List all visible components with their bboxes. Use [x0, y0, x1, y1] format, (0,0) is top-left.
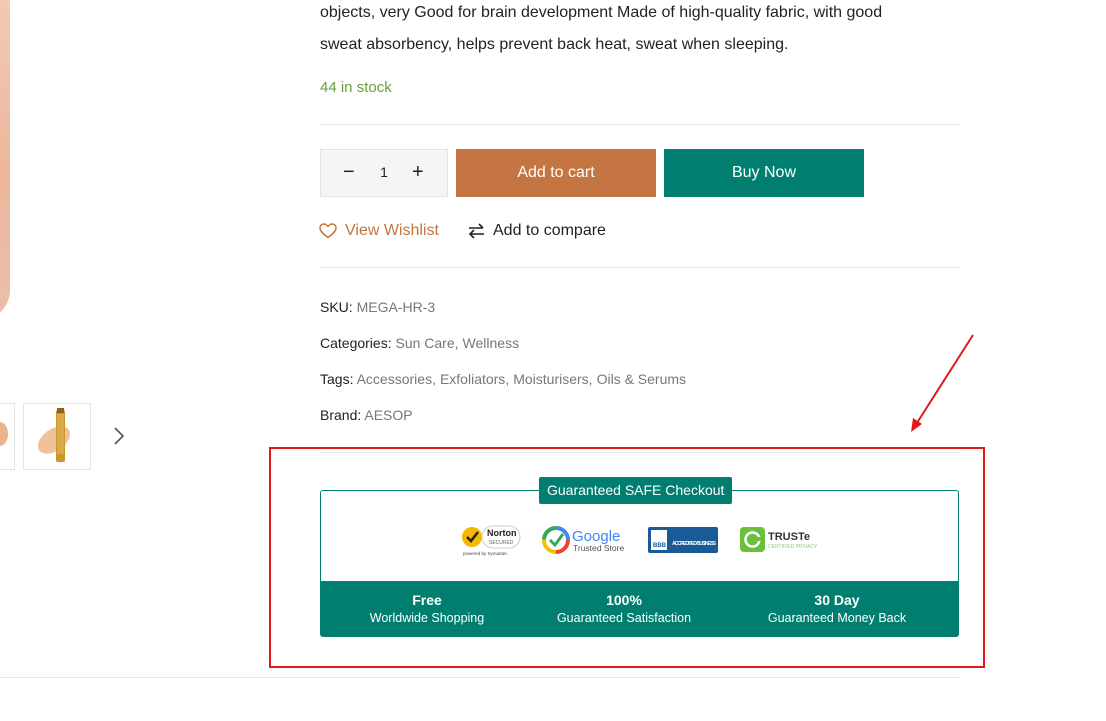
compare-label: Add to compare: [493, 222, 606, 239]
categories-row: Categories: Sun Care, Wellness: [320, 335, 520, 351]
wishlist-label: View Wishlist: [345, 222, 439, 239]
heart-icon: [319, 223, 337, 239]
brand-label: Brand:: [320, 407, 362, 423]
stock-status: 44 in stock: [320, 79, 392, 96]
divider: [320, 267, 959, 268]
thumbnail-serum-image: [37, 408, 71, 462]
add-to-compare-link[interactable]: Add to compare: [468, 222, 606, 240]
thumbnail-image: [0, 422, 8, 446]
category-link[interactable]: Sun Care: [395, 335, 454, 351]
sku-value: MEGA-HR-3: [356, 299, 436, 315]
buy-now-button[interactable]: Buy Now: [664, 149, 864, 197]
brand-link[interactable]: AESOP: [364, 407, 412, 423]
tag-link[interactable]: Oils & Serums: [597, 371, 686, 387]
description-line: sweat absorbency, helps prevent back hea…: [320, 36, 789, 53]
sku-row: SKU: MEGA-HR-3: [320, 299, 435, 315]
description-line: objects, very Good for brain development…: [320, 4, 883, 21]
quantity-stepper[interactable]: − 1 +: [320, 149, 448, 197]
highlight-box: [269, 447, 985, 668]
tag-link[interactable]: Accessories: [357, 371, 432, 387]
tag-link[interactable]: Moisturisers: [513, 371, 588, 387]
annotation-arrow-icon: [911, 334, 974, 432]
tags-row: Tags: Accessories, Exfoliators, Moisturise…: [320, 371, 687, 387]
view-wishlist-link[interactable]: View Wishlist: [319, 222, 439, 240]
product-main-image: [0, 0, 10, 320]
brand-row: Brand: AESOP: [320, 407, 413, 423]
quantity-decrease-button[interactable]: −: [343, 162, 355, 182]
divider: [320, 124, 959, 125]
tag-link[interactable]: Exfoliators: [440, 371, 505, 387]
compare-arrows-icon: [468, 223, 484, 239]
chevron-right-icon[interactable]: [113, 426, 125, 450]
add-to-cart-button[interactable]: Add to cart: [456, 149, 656, 197]
sku-label: SKU:: [320, 299, 353, 315]
product-thumbnail-current[interactable]: [23, 403, 91, 470]
quantity-increase-button[interactable]: +: [412, 162, 424, 182]
tags-label: Tags:: [320, 371, 354, 387]
product-thumbnail-previous[interactable]: [0, 403, 15, 470]
divider: [0, 677, 959, 678]
category-link[interactable]: Wellness: [463, 335, 520, 351]
quantity-input[interactable]: 1: [373, 164, 395, 180]
categories-label: Categories:: [320, 335, 392, 351]
